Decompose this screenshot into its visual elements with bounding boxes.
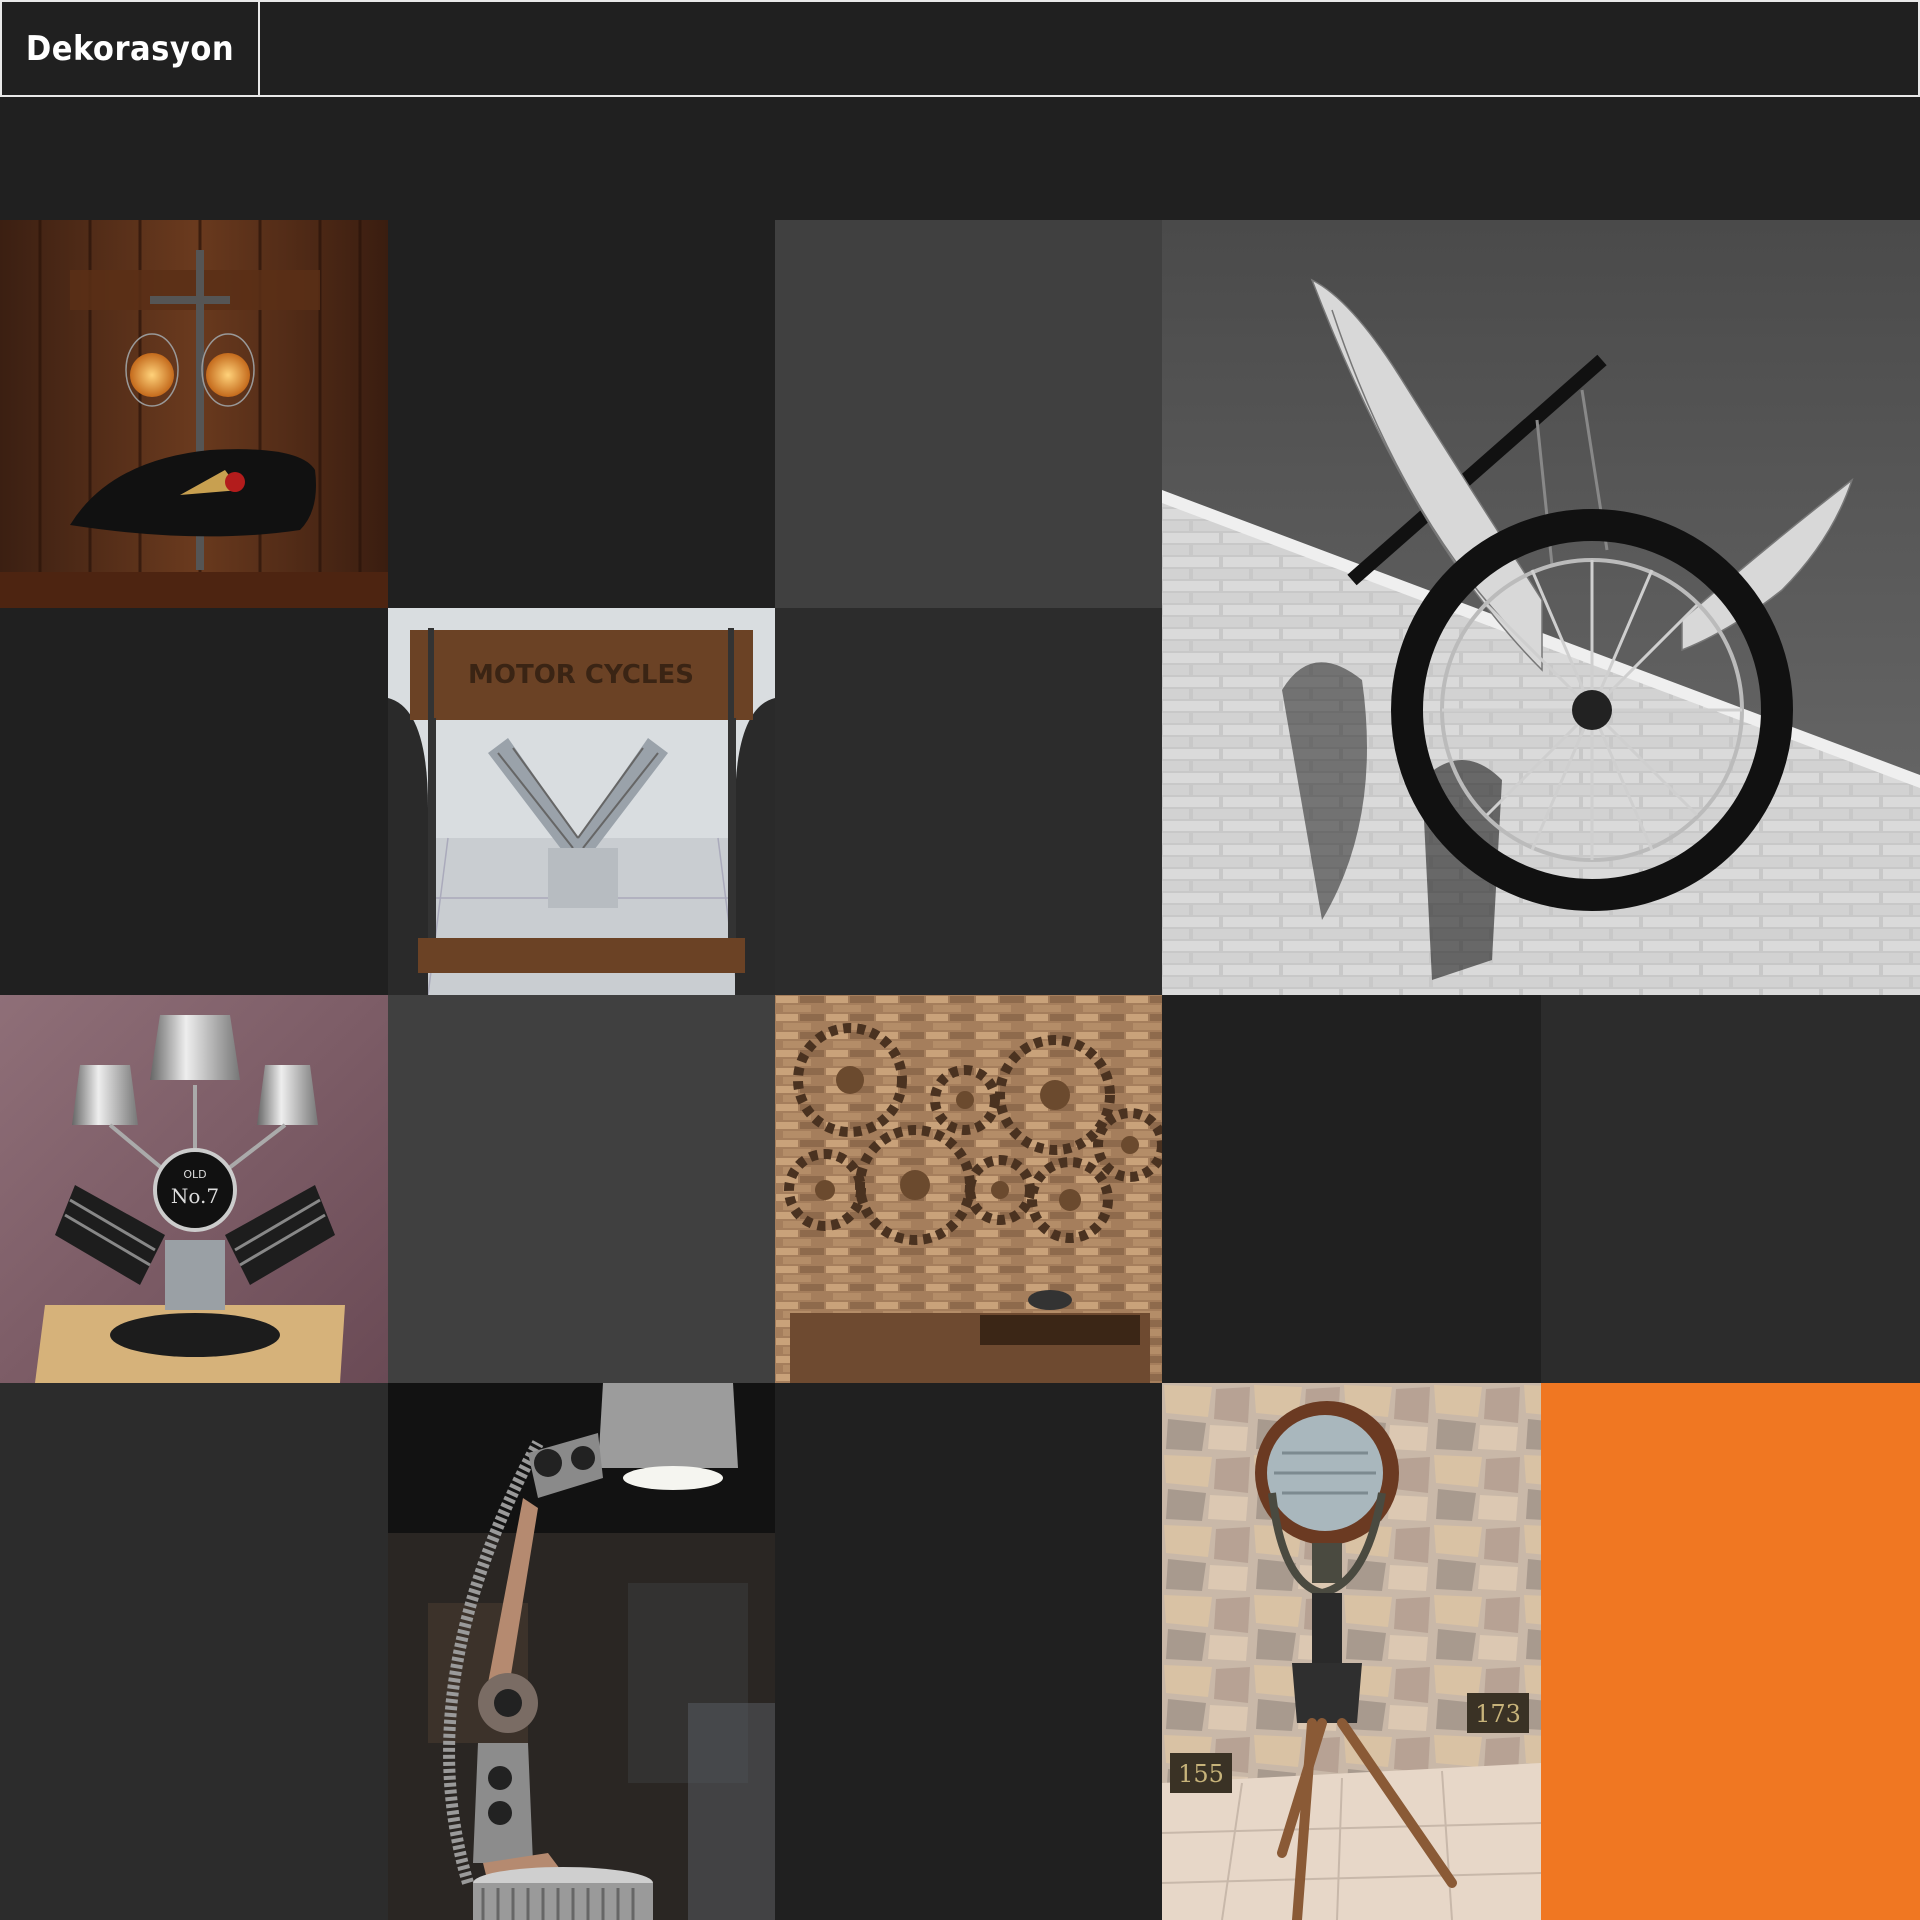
spotlight-tag-155: 155 (1178, 1760, 1224, 1788)
brand-logo[interactable]: Dekorasyon (2, 2, 260, 95)
gallery-tile-spotlight-tripod[interactable]: 155 173 (1162, 1383, 1541, 1920)
engine-table-plaque: MOTOR CYCLES (468, 660, 694, 690)
winged-wheel-image (1162, 220, 1920, 995)
engine-table-image: MOTOR CYCLES (388, 608, 775, 995)
gallery-tile-winged-wheel[interactable] (1162, 220, 1920, 995)
gallery-tile-fuel-tank-lamp[interactable] (0, 220, 388, 608)
gallery-tile-piston-lamp[interactable] (388, 1383, 775, 1920)
gallery-tile-blank-5 (388, 995, 775, 1383)
gallery-tile-blank-8 (0, 1383, 388, 1920)
spotlight-tag-173: 173 (1475, 1700, 1521, 1728)
gallery-tile-engine-lamp[interactable]: OLD No.7 (0, 995, 388, 1383)
header-spacer (0, 97, 1920, 220)
brand-label: Dekorasyon (25, 28, 235, 69)
engine-lamp-badge-no: No.7 (171, 1184, 219, 1208)
gallery-tile-blank-1 (388, 220, 775, 608)
gallery-tile-blank-9 (775, 1383, 1162, 1920)
engine-lamp-badge-old: OLD (183, 1168, 206, 1181)
gear-wall-image (775, 995, 1162, 1383)
gallery-tile-gear-wall[interactable] (775, 995, 1162, 1383)
engine-lamp-image: OLD No.7 (0, 995, 388, 1383)
fuel-tank-lamp-image (0, 220, 388, 608)
gallery-tile-blank-4 (775, 608, 1162, 995)
gallery-tile-blank-3 (0, 608, 388, 995)
gallery-tile-blank-7 (1541, 995, 1920, 1383)
piston-lamp-image (388, 1383, 775, 1920)
gallery-tile-blank-2 (775, 220, 1162, 608)
gallery-tile-engine-table[interactable]: MOTOR CYCLES (388, 608, 775, 995)
top-bar: Dekorasyon (0, 0, 1920, 97)
spotlight-tripod-image: 155 173 (1162, 1383, 1541, 1920)
gallery-tile-accent-orange (1541, 1383, 1920, 1920)
gallery-tile-blank-6 (1162, 995, 1541, 1383)
